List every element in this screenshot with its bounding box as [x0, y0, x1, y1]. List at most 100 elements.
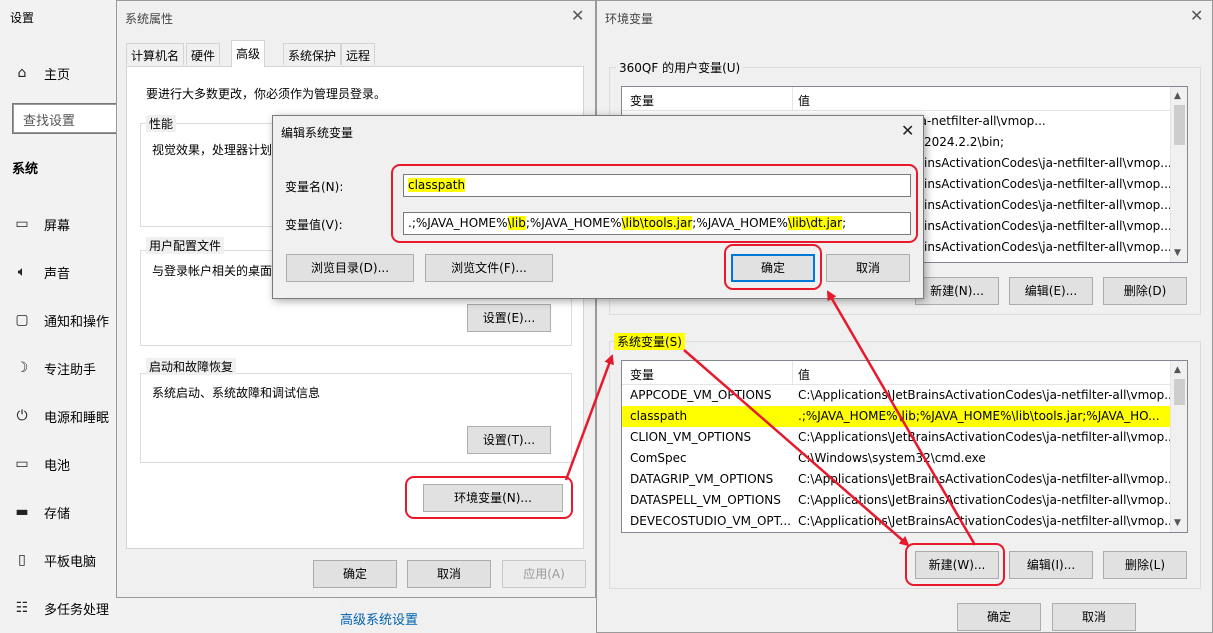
nav-storage-label: 存储	[44, 506, 71, 522]
var-value: .;%JAVA_HOME%\lib;%JAVA_HOME%\lib\tools.…	[798, 409, 1160, 423]
var-value: C:\Applications\JetBrainsActivationCodes…	[798, 493, 1176, 507]
nav-notifications-label: 通知和操作	[44, 314, 110, 330]
value-segment: ;%JAVA_HOME%	[525, 216, 622, 230]
var-value: insActivationCodes\ja-netfilter-all\vmop…	[924, 177, 1172, 191]
var-value: insActivationCodes\ja-netfilter-all\vmop…	[924, 198, 1172, 212]
value-segment-highlight: \lib	[507, 216, 526, 230]
profile-desc: 与登录帐户相关的桌面	[152, 264, 273, 278]
user-new-button[interactable]: 新建(N)...	[915, 277, 999, 305]
nav-home[interactable]: ⌂ 主页	[12, 58, 70, 88]
system-vars-list[interactable]: 变量 值 APPCODE_VM_OPTIONS C:\Applications\J…	[621, 360, 1188, 533]
tab-remote[interactable]: 远程	[341, 43, 376, 65]
table-row-selected[interactable]: classpath .;%JAVA_HOME%\lib;%JAVA_HOME%\l…	[622, 406, 1182, 427]
nav-display[interactable]: ▭ 屏幕	[12, 209, 70, 239]
close-icon[interactable]: ✕	[571, 6, 584, 25]
table-row[interactable]: CLION_VM_OPTIONS C:\Applications\JetBrain…	[622, 427, 1182, 448]
system-delete-button[interactable]: 删除(L)	[1103, 551, 1187, 579]
var-value: C:\Applications\JetBrainsActivationCodes…	[798, 430, 1176, 444]
scroll-thumb[interactable]	[1174, 105, 1185, 145]
tab-advanced[interactable]: 高级	[231, 40, 266, 67]
search-input[interactable]: 查找设置	[12, 103, 130, 134]
var-name-value: classpath	[408, 178, 466, 192]
system-properties-window: 系统属性 ✕ 计算机名 硬件 高级 系统保护 远程 要进行大多数更改，你必须作为…	[116, 0, 596, 598]
nav-battery[interactable]: ▭ 电池	[12, 449, 70, 479]
browse-file-button[interactable]: 浏览文件(F)...	[425, 254, 553, 282]
tab-computer-name[interactable]: 计算机名	[126, 43, 185, 65]
table-row[interactable]: DEVECOSTUDIO_VM_OPT... C:\Applications\Je…	[622, 511, 1182, 532]
editdlg-title: 编辑系统变量	[281, 126, 354, 140]
column-divider	[792, 87, 793, 111]
col-value: 值	[798, 94, 811, 108]
sysprop-ok-button[interactable]: 确定	[313, 560, 397, 588]
close-icon[interactable]: ✕	[1190, 6, 1203, 25]
var-value: C:\Applications\JetBrainsActivationCodes…	[798, 472, 1176, 486]
chevron-down-icon[interactable]: ▼	[1174, 248, 1181, 258]
nav-multitasking[interactable]: ☷ 多任务处理	[12, 593, 109, 623]
var-value: insActivationCodes\ja-netfilter-all\vmop…	[924, 156, 1172, 170]
system-vars-label: 系统变量(S)	[614, 333, 685, 350]
sysprop-apply-button[interactable]: 应用(A)	[502, 560, 586, 588]
section-heading: 系统	[12, 162, 39, 177]
nav-display-label: 屏幕	[44, 218, 71, 234]
nav-storage[interactable]: ▬ 存储	[12, 497, 70, 527]
envvars-cancel-button[interactable]: 取消	[1052, 603, 1136, 631]
nav-notifications[interactable]: ▢ 通知和操作	[12, 305, 109, 335]
profile-label: 用户配置文件	[146, 237, 225, 254]
advanced-settings-link[interactable]: 高级系统设置	[340, 609, 418, 628]
user-vars-scrollbar[interactable]: ▲ ▼	[1170, 87, 1187, 262]
tab-system-protection[interactable]: 系统保护	[283, 43, 342, 65]
editdlg-cancel-button[interactable]: 取消	[826, 254, 910, 282]
col-variable: 变量	[630, 94, 655, 108]
nav-tablet-label: 平板电脑	[44, 554, 97, 570]
col-variable: 变量	[630, 368, 655, 382]
user-vars-label: 360QF 的用户变量(U)	[616, 59, 744, 76]
system-new-button[interactable]: 新建(W)...	[915, 551, 999, 579]
nav-home-label: 主页	[44, 67, 71, 83]
tab-hardware[interactable]: 硬件	[186, 43, 221, 65]
nav-power-label: 电源和睡眠	[44, 410, 110, 426]
sysprop-cancel-button[interactable]: 取消	[407, 560, 491, 588]
nav-sound[interactable]: 🔈︎ 声音	[12, 257, 70, 287]
nav-sound-label: 声音	[44, 266, 71, 282]
var-name-input[interactable]: classpath	[403, 174, 911, 197]
var-value: insActivationCodes\ja-netfilter-all\vmop…	[924, 240, 1172, 254]
chevron-down-icon[interactable]: ▼	[1174, 518, 1181, 528]
var-name: DATASPELL_VM_OPTIONS	[630, 493, 781, 507]
nav-multitasking-label: 多任务处理	[44, 602, 110, 618]
scroll-thumb[interactable]	[1174, 379, 1185, 405]
user-delete-button[interactable]: 删除(D)	[1103, 277, 1187, 305]
chevron-up-icon[interactable]: ▲	[1174, 365, 1181, 375]
profile-settings-button[interactable]: 设置(E)...	[467, 304, 551, 332]
table-row[interactable]: DATAGRIP_VM_OPTIONS C:\Applications\JetBr…	[622, 469, 1182, 490]
nav-focus[interactable]: ☽ 专注助手	[12, 353, 96, 383]
system-vars-scrollbar[interactable]: ▲ ▼	[1170, 361, 1187, 532]
close-icon[interactable]: ✕	[901, 121, 914, 140]
admin-note: 要进行大多数更改，你必须作为管理员登录。	[146, 87, 387, 101]
var-value: 2024.2.2\bin;	[924, 135, 1005, 149]
nav-power[interactable]: ⏻ 电源和睡眠	[12, 401, 109, 431]
var-name: CLION_VM_OPTIONS	[630, 430, 752, 444]
performance-label: 性能	[146, 115, 177, 132]
system-vars-header: 变量 值	[622, 361, 1187, 385]
nav-focus-label: 专注助手	[44, 362, 97, 378]
nav-tablet[interactable]: ▯ 平板电脑	[12, 545, 96, 575]
user-edit-button[interactable]: 编辑(E)...	[1009, 277, 1093, 305]
system-edit-button[interactable]: 编辑(I)...	[1009, 551, 1093, 579]
editdlg-ok-button[interactable]: 确定	[731, 254, 815, 282]
var-value-input[interactable]: .;%JAVA_HOME%\lib;%JAVA_HOME%\lib\tools.…	[403, 212, 911, 235]
edit-system-variable-dialog: 编辑系统变量 ✕ 变量名(N): classpath 变量值(V): .;%JA…	[272, 115, 924, 299]
table-row[interactable]: APPCODE_VM_OPTIONS C:\Applications\JetBra…	[622, 385, 1182, 406]
table-row[interactable]: DATASPELL_VM_OPTIONS C:\Applications\JetB…	[622, 490, 1182, 511]
var-value-label: 变量值(V):	[285, 218, 343, 232]
environment-variables-button[interactable]: 环境变量(N)...	[423, 484, 563, 512]
browse-directory-button[interactable]: 浏览目录(D)...	[286, 254, 414, 282]
envvars-ok-button[interactable]: 确定	[957, 603, 1041, 631]
table-row[interactable]: ComSpec C:\Windows\system32\cmd.exe	[622, 448, 1182, 469]
speaker-icon: 🔈︎	[17, 264, 27, 280]
value-segment: .;%JAVA_HOME%	[408, 216, 508, 230]
startup-settings-button[interactable]: 设置(T)...	[467, 426, 551, 454]
performance-desc: 视觉效果，处理器计划	[152, 143, 273, 157]
moon-icon: ☽	[15, 360, 29, 376]
home-icon: ⌂	[17, 65, 27, 81]
chevron-up-icon[interactable]: ▲	[1174, 91, 1181, 101]
